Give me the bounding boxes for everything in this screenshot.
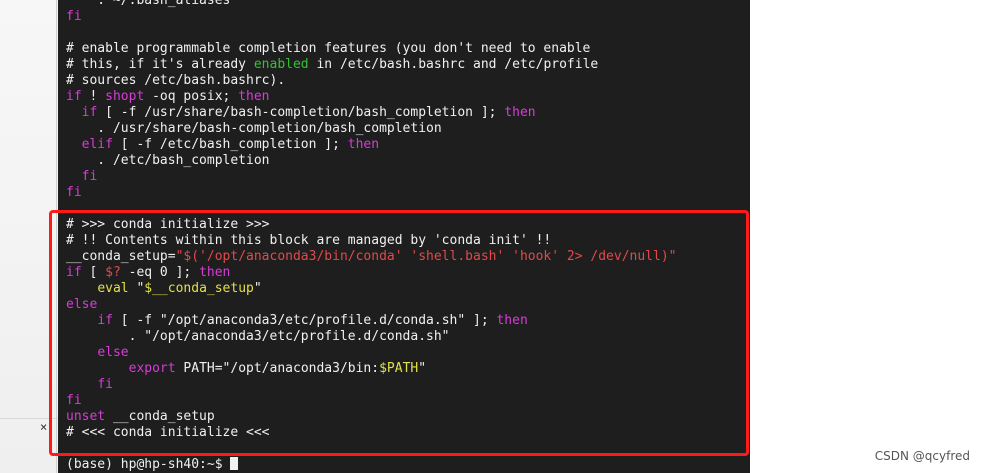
terminal-line: (base) hp@hp-sh40:~$	[66, 457, 676, 473]
terminal-token: enabled	[253, 57, 309, 72]
terminal-token: fi	[97, 377, 113, 392]
right-pane: CSDN @qcyfred	[750, 0, 986, 473]
terminal-token: unset	[66, 409, 106, 424]
terminal-token: then	[496, 313, 528, 328]
terminal-token: . "/opt/anaconda3/etc/profile.d/conda.sh…	[66, 329, 450, 344]
terminal-token: fi	[81, 169, 98, 184]
terminal-line: # sources /etc/bash.bashrc).	[66, 73, 676, 89]
terminal-token: if	[66, 265, 82, 280]
terminal-token: __conda_setup=	[66, 249, 176, 264]
terminal-line: # <<< conda initialize <<<	[66, 425, 676, 441]
terminal-line: __conda_setup="$('/opt/anaconda3/bin/con…	[66, 249, 676, 265]
close-icon[interactable]: ×	[40, 420, 52, 434]
watermark-text: CSDN @qcyfred	[874, 449, 970, 463]
terminal-token: export	[128, 361, 176, 376]
terminal-token: in /etc/bash.bashrc and /etc/profile	[308, 57, 599, 72]
terminal-token: shopt	[105, 89, 145, 104]
terminal-token: -eq 0 ];	[120, 265, 200, 280]
terminal-token: # this, if it's already	[66, 57, 254, 72]
terminal-window[interactable]: . ~/.bash_aliases fi # enable programmable…	[58, 0, 750, 473]
left-pane: ×	[0, 0, 58, 473]
terminal-token: elif	[81, 137, 113, 152]
left-pane-divider	[0, 418, 58, 419]
terminal-token: then	[347, 137, 380, 152]
terminal-token: $?	[105, 265, 121, 280]
terminal-line: # enable programmable completion feature…	[66, 41, 676, 57]
terminal-token: # >>> conda initialize >>>	[66, 217, 270, 232]
terminal-token: . /usr/share/bash-completion/bash_comple…	[66, 121, 442, 136]
terminal-token: __conda_setup	[105, 409, 215, 424]
terminal-token: [ -f /etc/bash_completion ];	[112, 137, 348, 152]
terminal-token: $__conda_setup	[144, 281, 254, 296]
terminal-token: fi	[66, 9, 82, 24]
terminal-token: if	[66, 89, 82, 104]
terminal-token: [ -f /usr/share/bash-completion/bash_com…	[97, 105, 505, 120]
terminal-line: . /usr/share/bash-completion/bash_comple…	[66, 121, 676, 137]
terminal-token: -oq posix;	[144, 89, 239, 104]
terminal-line: else	[66, 297, 676, 313]
terminal-line: unset __conda_setup	[66, 409, 676, 425]
terminal-line: fi	[66, 377, 676, 393]
terminal-token: "	[253, 281, 262, 296]
terminal-token: else	[97, 345, 129, 360]
terminal-token: # !! Contents within this block are mana…	[66, 233, 552, 248]
terminal-line: fi	[66, 185, 676, 201]
terminal-line: . "/opt/anaconda3/etc/profile.d/conda.sh…	[66, 329, 676, 345]
terminal-token: # enable programmable completion feature…	[66, 41, 591, 56]
terminal-token: # sources /etc/bash.bashrc).	[66, 73, 286, 88]
terminal-token: [ -f "/opt/anaconda3/etc/profile.d/conda…	[112, 313, 497, 328]
terminal-token: PATH="/opt/anaconda3/bin:	[175, 361, 380, 376]
terminal-token: . ~/.bash_aliases	[66, 0, 231, 8]
terminal-cursor	[230, 457, 239, 470]
terminal-token: if	[97, 313, 113, 328]
terminal-token: # <<< conda initialize <<<	[66, 425, 270, 440]
terminal-token: . /etc/bash_completion	[66, 153, 270, 168]
terminal-line: # >>> conda initialize >>>	[66, 217, 676, 233]
terminal-token: "$('/opt/anaconda3/bin/conda' 'shell.bas…	[175, 249, 677, 264]
terminal-line: if [ -f /usr/share/bash-completion/bash_…	[66, 105, 676, 121]
terminal-line: . /etc/bash_completion	[66, 153, 676, 169]
terminal-line: export PATH="/opt/anaconda3/bin:$PATH"	[66, 361, 676, 377]
terminal-line: fi	[66, 393, 676, 409]
terminal-line: elif [ -f /etc/bash_completion ]; then	[66, 137, 676, 153]
terminal-token: eval	[97, 281, 129, 296]
terminal-line: # this, if it's already enabled in /etc/…	[66, 57, 676, 73]
left-pane-border	[56, 0, 57, 473]
terminal-token: if	[81, 105, 98, 120]
terminal-line: # !! Contents within this block are mana…	[66, 233, 676, 249]
terminal-line: . ~/.bash_aliases	[66, 0, 676, 9]
terminal-token: $PATH	[379, 361, 419, 376]
terminal-token: then	[238, 89, 270, 104]
terminal-line: if [ -f "/opt/anaconda3/etc/profile.d/co…	[66, 313, 676, 329]
terminal-token: !	[81, 89, 106, 104]
terminal-line: else	[66, 345, 676, 361]
terminal-line: if ! shopt -oq posix; then	[66, 89, 676, 105]
terminal-output: . ~/.bash_aliases fi # enable programmable…	[66, 0, 676, 473]
terminal-token: fi	[66, 185, 82, 200]
left-pane-strip	[0, 0, 56, 473]
terminal-token: [	[81, 265, 106, 280]
terminal-line: if [ $? -eq 0 ]; then	[66, 265, 676, 281]
terminal-line: fi	[66, 9, 676, 25]
terminal-token: then	[199, 265, 231, 280]
terminal-line: eval "$__conda_setup"	[66, 281, 676, 297]
terminal-token: else	[66, 297, 98, 312]
terminal-token: then	[504, 105, 536, 120]
terminal-token: fi	[66, 393, 82, 408]
terminal-token: (base) hp@hp-sh40:~$	[66, 457, 231, 472]
terminal-token: "	[418, 361, 427, 376]
terminal-line: fi	[66, 169, 676, 185]
terminal-token: "	[128, 281, 145, 296]
